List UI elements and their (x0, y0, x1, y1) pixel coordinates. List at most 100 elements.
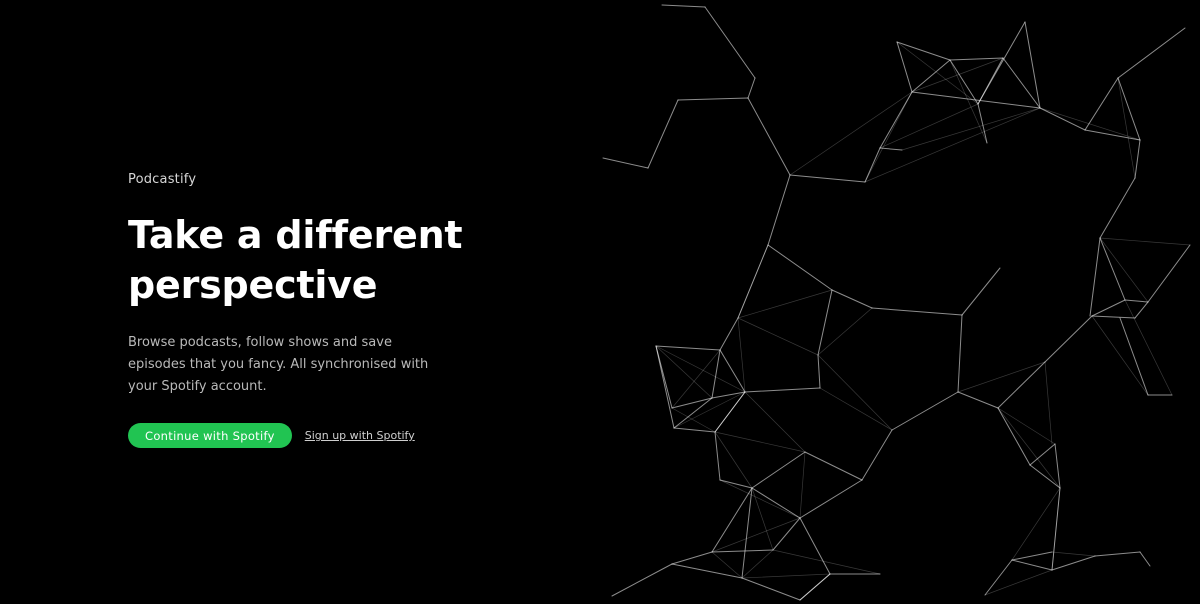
network-line (772, 549, 881, 575)
network-line (891, 391, 959, 431)
network-line (861, 429, 893, 481)
network-line (871, 307, 963, 316)
network-line (879, 103, 979, 149)
network-line (879, 91, 913, 149)
network-line (1039, 107, 1086, 131)
network-line (747, 77, 756, 99)
network-line (911, 91, 1041, 109)
network-line (655, 345, 675, 429)
network-line (997, 407, 1056, 445)
network-line (744, 387, 821, 393)
network-line (647, 99, 679, 169)
network-line (655, 345, 713, 399)
network-line (714, 431, 806, 453)
headline-line-1: Take a different (128, 213, 463, 257)
network-line (1051, 555, 1096, 571)
brand-name: Podcastify (128, 172, 197, 187)
network-line (1099, 237, 1126, 301)
network-line (741, 577, 801, 601)
network-line (1099, 177, 1136, 239)
network-line (1089, 237, 1101, 317)
network-line (864, 107, 1041, 183)
network-line (772, 517, 801, 551)
network-line (949, 57, 1004, 61)
network-line (737, 317, 819, 356)
network-line (711, 549, 774, 553)
network-line (1039, 107, 1141, 141)
network-line (747, 97, 791, 176)
network-line (799, 517, 831, 575)
network-line (655, 345, 721, 351)
network-line (673, 391, 746, 429)
headline-line-2: perspective (128, 263, 378, 307)
network-line (737, 244, 769, 319)
network-line (1054, 443, 1061, 489)
network-line (977, 21, 1026, 105)
network-line (789, 91, 913, 176)
hero-actions: Continue with Spotify Sign up with Spoti… (128, 423, 488, 448)
network-line (767, 174, 791, 246)
network-line (997, 407, 1031, 466)
network-line (741, 549, 774, 579)
network-line (831, 289, 873, 309)
network-line (1147, 244, 1191, 303)
network-line (896, 41, 913, 93)
network-line (957, 314, 963, 393)
network-line (711, 551, 743, 579)
network-line (977, 103, 988, 144)
network-line (741, 573, 831, 579)
network-line (1094, 551, 1141, 557)
network-line (817, 354, 893, 431)
network-line (799, 479, 863, 519)
network-line (677, 97, 749, 101)
network-line (714, 391, 746, 433)
network-line (1117, 27, 1186, 79)
network-line (611, 563, 673, 597)
network-line (1051, 551, 1096, 557)
network-line (789, 174, 866, 183)
hero-section: Podcastify Take a different perspective … (128, 172, 488, 448)
network-line (957, 391, 999, 409)
network-line (817, 354, 821, 389)
hero-description: Browse podcasts, follow shows and save e… (128, 335, 429, 394)
network-line (949, 59, 988, 144)
network-line (1002, 57, 1041, 109)
network-line (1024, 21, 1041, 109)
network-line (819, 387, 893, 431)
network-line (671, 551, 713, 565)
network-line (744, 391, 806, 453)
network-line (751, 487, 801, 519)
sign-up-with-spotify-link[interactable]: Sign up with Spotify (305, 429, 415, 442)
network-line (1134, 139, 1141, 179)
network-line (1119, 317, 1149, 396)
network-line (767, 244, 833, 291)
network-line (1084, 77, 1119, 131)
network-line (661, 4, 706, 8)
network-line (602, 157, 649, 169)
network-line (671, 563, 743, 579)
network-line (751, 451, 806, 489)
network-line (804, 451, 863, 481)
network-line (737, 289, 833, 319)
network-line (1091, 299, 1126, 317)
network-line (1139, 551, 1151, 567)
continue-with-spotify-button[interactable]: Continue with Spotify (128, 423, 292, 448)
network-line (1051, 487, 1061, 571)
network-line (1124, 299, 1149, 303)
network-line (671, 349, 721, 409)
network-line (961, 267, 1001, 316)
network-line (711, 349, 721, 399)
network-line (799, 573, 831, 601)
network-line (1099, 237, 1149, 303)
network-line (1117, 77, 1136, 179)
network-line (751, 487, 774, 551)
network-line (714, 431, 753, 489)
network-line (1134, 301, 1149, 319)
network-line (1117, 77, 1141, 141)
landing-page: Podcastify Take a different perspective … (0, 0, 1200, 604)
network-line (799, 451, 806, 519)
network-line (911, 59, 951, 93)
network-line (1044, 361, 1053, 445)
network-line (997, 361, 1046, 409)
network-line (1011, 487, 1061, 561)
